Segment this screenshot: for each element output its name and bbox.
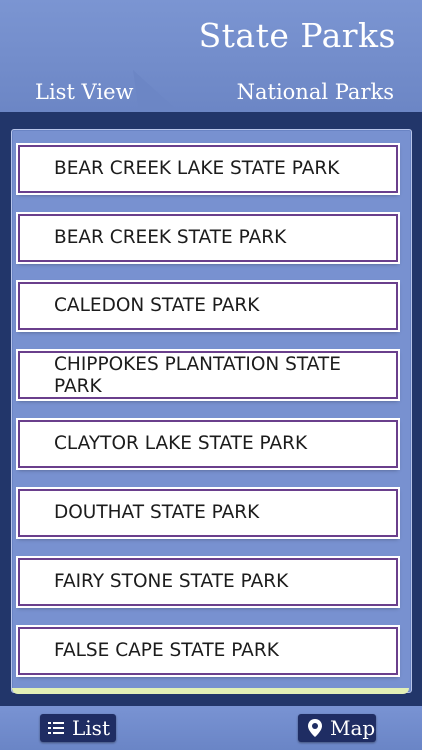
park-list-panel[interactable]: BEAR CREEK LAKE STATE PARK BEAR CREEK ST… [11, 129, 412, 693]
park-list-item[interactable]: CALEDON STATE PARK [18, 282, 398, 330]
park-name: BEAR CREEK LAKE STATE PARK [54, 158, 340, 179]
park-name: CHIPPOKES PLANTATION STATE PARK [54, 354, 341, 397]
park-name: FAIRY STONE STATE PARK [54, 571, 289, 592]
tab-list-view[interactable]: List View [35, 80, 133, 104]
park-name: CLAYTOR LAKE STATE PARK [54, 433, 308, 454]
tab-national-parks[interactable]: National Parks [237, 80, 394, 104]
park-list-item[interactable]: FALSE CAPE STATE PARK [18, 627, 398, 675]
page-title: State Parks [198, 16, 396, 55]
park-name: CALEDON STATE PARK [54, 295, 260, 316]
park-name: DOUTHAT STATE PARK [54, 502, 260, 523]
park-name: FALSE CAPE STATE PARK [54, 640, 279, 661]
list-button-label: List [72, 716, 110, 740]
park-list-item[interactable]: CLAYTOR LAKE STATE PARK [18, 420, 398, 468]
app-header: State Parks List View National Parks [0, 0, 422, 112]
park-list-item[interactable]: BEAR CREEK STATE PARK [18, 214, 398, 262]
active-tab-pointer [133, 70, 179, 116]
park-name: BEAR CREEK STATE PARK [54, 227, 287, 248]
list-icon [48, 721, 64, 735]
park-list-item[interactable]: FAIRY STONE STATE PARK [18, 558, 398, 606]
park-list-item[interactable]: CHIPPOKES PLANTATION STATE PARK [18, 351, 398, 399]
panel-footer-edge [12, 688, 409, 694]
park-list-item[interactable]: BEAR CREEK LAKE STATE PARK [18, 145, 398, 193]
bottom-toolbar: List Map [0, 706, 422, 750]
map-pin-icon [308, 719, 322, 737]
map-button-label: Map [330, 716, 376, 740]
map-button[interactable]: Map [298, 714, 376, 742]
park-list-item[interactable]: DOUTHAT STATE PARK [18, 489, 398, 537]
list-button[interactable]: List [40, 714, 116, 742]
